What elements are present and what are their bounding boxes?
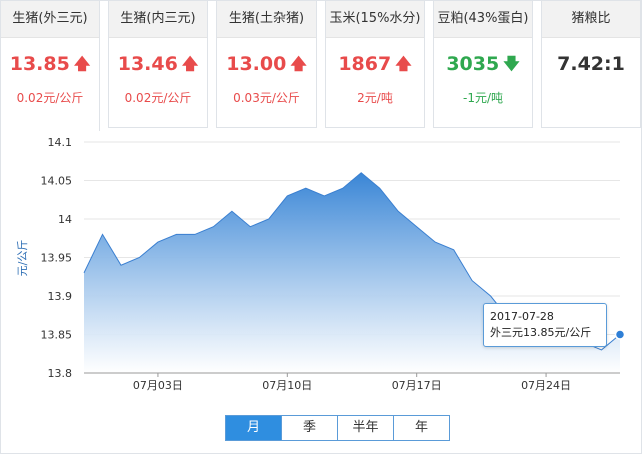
y-tick-label: 13.85 xyxy=(41,329,73,342)
card-price: 1867 🡅 xyxy=(326,53,424,80)
card-price: 3035 🡇 xyxy=(434,53,532,80)
y-tick-label: 14.1 xyxy=(48,136,73,149)
card-change: 0.02元/公斤 xyxy=(124,91,192,105)
card-soybean-meal[interactable]: 豆粕(43%蛋白) 3035 🡇 -1元/吨 xyxy=(433,0,533,128)
card-change: 0.02元/公斤 xyxy=(16,91,84,105)
card-pig-native[interactable]: 生猪(土杂猪) 13.00 🡅 0.03元/公斤 xyxy=(216,0,317,128)
card-price: 13.85 🡅 xyxy=(1,53,99,80)
y-tick-label: 13.9 xyxy=(48,290,73,303)
tab-month[interactable]: 月 xyxy=(226,416,282,440)
card-price: 13.00 🡅 xyxy=(217,53,316,80)
card-price: 13.46 🡅 xyxy=(109,53,207,80)
arrow-up-icon: 🡅 xyxy=(395,54,412,73)
hover-point[interactable] xyxy=(614,329,626,340)
y-tick-label: 13.8 xyxy=(48,367,73,380)
arrow-up-icon: 🡅 xyxy=(181,54,199,73)
card-title: 生猪(内三元) xyxy=(109,1,207,38)
card-pig-outer-ternary[interactable]: 生猪(外三元) 13.85 🡅 0.02元/公斤 xyxy=(0,0,100,131)
card-price: 7.42:1 xyxy=(557,53,625,75)
x-tick-label: 07月03日 xyxy=(133,379,183,392)
y-tick-label: 13.95 xyxy=(41,252,73,265)
arrow-up-icon: 🡅 xyxy=(290,54,307,73)
card-change: -1元/吨 xyxy=(462,91,503,105)
card-pig-grain-ratio[interactable]: 猪粮比 7.42:1 xyxy=(541,0,641,128)
tooltip-value: 外三元13.85元/公斤 xyxy=(490,326,592,339)
card-title: 生猪(土杂猪) xyxy=(217,1,316,38)
tooltip-date: 2017-07-28 xyxy=(490,310,554,323)
price-cards: 生猪(外三元) 13.85 🡅 0.02元/公斤 生猪(内三元) 13.46 🡅 0… xyxy=(0,0,642,131)
x-tick-label: 07月10日 xyxy=(262,379,312,392)
arrow-down-icon: 🡇 xyxy=(503,54,520,73)
tab-half-year[interactable]: 半年 xyxy=(338,416,394,440)
x-tick-label: 07月17日 xyxy=(392,379,442,392)
card-corn[interactable]: 玉米(15%水分) 1867 🡅 2元/吨 xyxy=(325,0,425,128)
card-pig-inner-ternary[interactable]: 生猪(内三元) 13.46 🡅 0.02元/公斤 xyxy=(108,0,208,128)
card-title: 猪粮比 xyxy=(542,1,640,38)
card-title: 生猪(外三元) xyxy=(1,1,99,38)
tab-year[interactable]: 年 xyxy=(394,416,449,440)
price-trend-chart: 14.1 14.05 14 13.95 13.9 13.85 13.8 07月03日 07月1… xyxy=(16,136,626,392)
x-tick-label: 07月24日 xyxy=(521,379,571,392)
period-tabs: 月 季 半年 年 xyxy=(225,415,450,441)
y-tick-label: 14.05 xyxy=(41,175,73,188)
data-tooltip: 2017-07-28 外三元13.85元/公斤 xyxy=(483,303,607,347)
y-tick-label: 14 xyxy=(58,213,72,226)
tab-quarter[interactable]: 季 xyxy=(282,416,338,440)
card-title: 豆粕(43%蛋白) xyxy=(434,1,532,38)
y-axis-label: 元/公斤 xyxy=(16,240,29,277)
card-change: 2元/吨 xyxy=(357,91,393,105)
card-change: 0.03元/公斤 xyxy=(233,91,300,105)
arrow-up-icon: 🡅 xyxy=(73,54,91,73)
card-title: 玉米(15%水分) xyxy=(326,1,424,38)
